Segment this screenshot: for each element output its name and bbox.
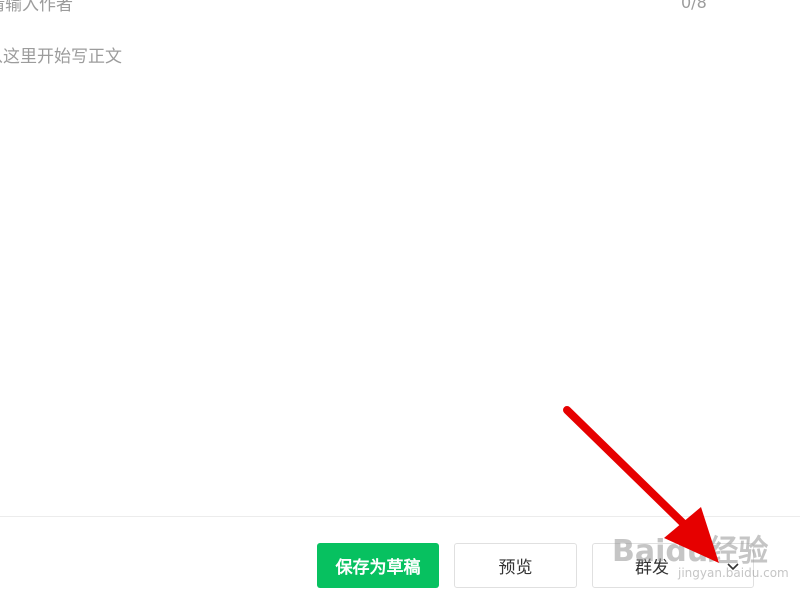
- body-editor[interactable]: 从这里开始写正文: [0, 42, 766, 482]
- author-char-count: 0/8: [681, 0, 707, 12]
- body-placeholder: 从这里开始写正文: [0, 47, 122, 67]
- chevron-down-icon[interactable]: [723, 556, 743, 576]
- bottom-toolbar: 保存为草稿 预览 群发: [0, 516, 800, 601]
- publish-label: 群发: [635, 558, 669, 578]
- publish-button[interactable]: 群发: [592, 543, 754, 588]
- save-draft-button[interactable]: 保存为草稿: [317, 543, 439, 588]
- author-row: 0/8: [0, 0, 800, 18]
- author-input[interactable]: [0, 0, 590, 18]
- preview-button[interactable]: 预览: [454, 543, 577, 588]
